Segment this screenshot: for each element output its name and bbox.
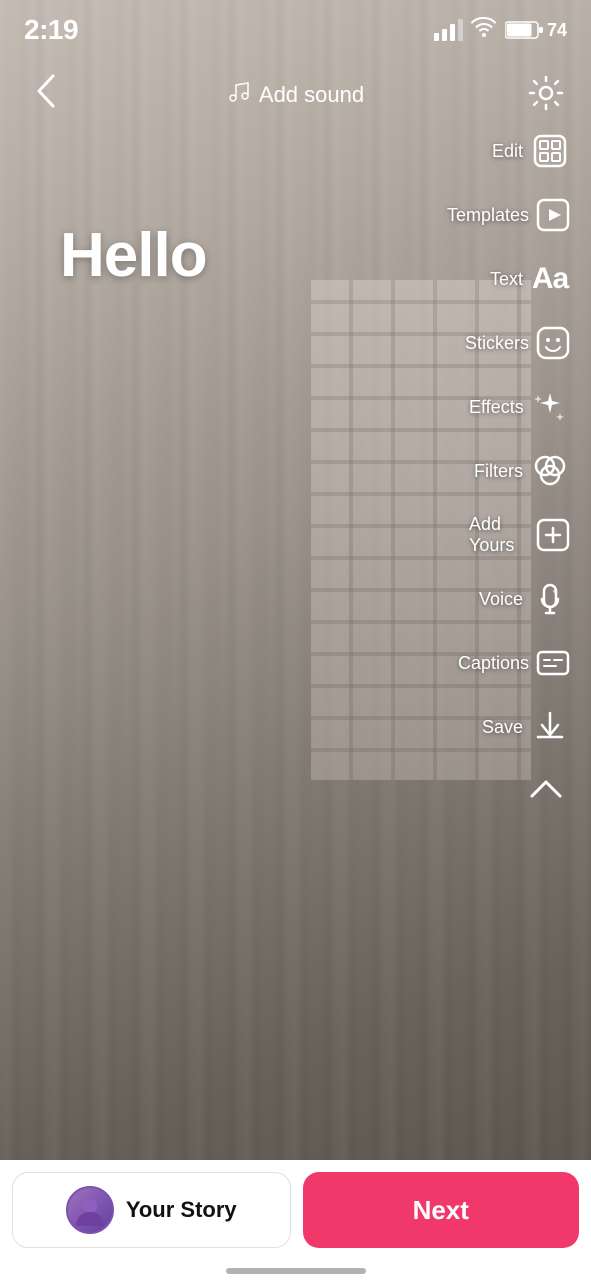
- your-story-button[interactable]: Your Story: [12, 1172, 291, 1248]
- toolbar-item-templates[interactable]: Templates: [461, 184, 579, 246]
- bottom-bar: Your Story Next: [0, 1160, 591, 1280]
- filters-icon: [529, 450, 571, 492]
- next-button[interactable]: Next: [303, 1172, 580, 1248]
- toolbar-item-captions[interactable]: Captions: [461, 632, 579, 694]
- status-bar: 2:19 74: [0, 0, 591, 60]
- add-sound-label: Add sound: [259, 82, 364, 108]
- gear-icon: [528, 75, 564, 116]
- toolbar-item-addyours[interactable]: Add Yours: [461, 504, 579, 566]
- back-arrow-icon: [33, 72, 57, 118]
- home-indicator: [226, 1268, 366, 1274]
- music-note-icon: [227, 80, 251, 110]
- addyours-label: Add Yours: [469, 514, 529, 556]
- status-icons: 74: [434, 17, 567, 43]
- edit-icon: [529, 130, 571, 172]
- text-label: Text: [490, 269, 523, 290]
- collapse-button[interactable]: [521, 764, 571, 814]
- effects-label: Effects: [469, 397, 524, 418]
- toolbar-item-effects[interactable]: Effects: [461, 376, 579, 438]
- settings-button[interactable]: [521, 70, 571, 120]
- voice-label: Voice: [479, 589, 523, 610]
- back-button[interactable]: [20, 70, 70, 120]
- stickers-label: Stickers: [465, 333, 529, 354]
- save-label: Save: [482, 717, 523, 738]
- toolbar-item-stickers[interactable]: Stickers: [461, 312, 579, 374]
- templates-icon: [535, 194, 571, 236]
- next-label: Next: [413, 1195, 469, 1226]
- save-icon: [529, 706, 571, 748]
- templates-label: Templates: [447, 205, 529, 226]
- story-text-hello: Hello: [60, 220, 207, 291]
- signal-icon: [434, 19, 463, 41]
- battery-icon: 74: [505, 20, 567, 41]
- text-icon: Aa: [529, 258, 571, 300]
- captions-label: Captions: [458, 653, 529, 674]
- avatar: [66, 1186, 114, 1234]
- add-sound-button[interactable]: Add sound: [227, 80, 364, 110]
- toolbar-item-text[interactable]: Text Aa: [461, 248, 579, 310]
- your-story-label: Your Story: [126, 1197, 237, 1223]
- effects-icon: [530, 386, 571, 428]
- edit-label: Edit: [492, 141, 523, 162]
- wifi-icon: [471, 17, 497, 43]
- addyours-icon: [535, 514, 571, 556]
- toolbar-item-filters[interactable]: Filters: [461, 440, 579, 502]
- toolbar-item-edit[interactable]: Edit: [461, 120, 579, 182]
- filters-label: Filters: [474, 461, 523, 482]
- stickers-icon: [535, 322, 571, 364]
- captions-icon: [535, 642, 571, 684]
- toolbar-item-voice[interactable]: Voice: [461, 568, 579, 630]
- right-toolbar: Edit Templates Text Aa Stickers: [461, 120, 591, 814]
- toolbar-item-save[interactable]: Save: [461, 696, 579, 758]
- voice-icon: [529, 578, 571, 620]
- status-time: 2:19: [24, 14, 78, 46]
